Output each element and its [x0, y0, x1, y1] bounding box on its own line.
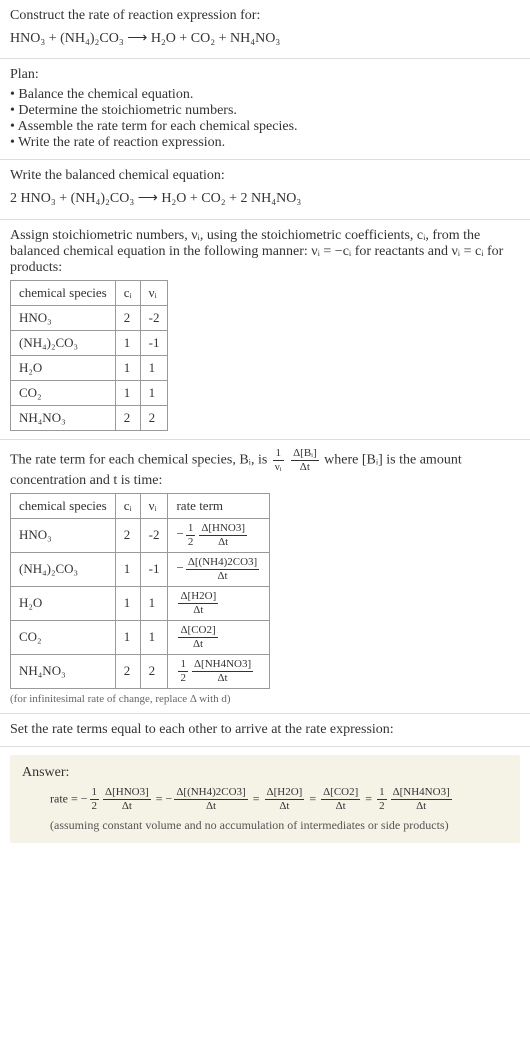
- rate-terms-intro: The rate term for each chemical species,…: [10, 448, 520, 489]
- cell-rate-term: Δ[CO2]Δt: [168, 620, 270, 654]
- cell-c: 2: [115, 654, 140, 688]
- table-row: CO₂ 1 1: [11, 380, 168, 405]
- cell-c: 1: [115, 620, 140, 654]
- table-row: NH₄NO₃2212Δ[NH4NO3]Δt: [11, 654, 270, 688]
- cell-v: -1: [140, 552, 168, 586]
- table-row: HNO₃2-2−12Δ[HNO3]Δt: [11, 518, 270, 552]
- cell-species: HNO₃: [11, 518, 116, 552]
- plan-item: Assemble the rate term for each chemical…: [10, 119, 520, 135]
- cell-v: 1: [140, 620, 168, 654]
- cell-species: (NH₄)₂CO₃: [11, 552, 116, 586]
- cell-c: 1: [115, 330, 140, 355]
- cell-v: 2: [140, 654, 168, 688]
- cell-c: 1: [115, 586, 140, 620]
- rate-expression: rate = −12Δ[HNO3]Δt = −Δ[(NH4)2CO3]Δt = …: [22, 787, 508, 812]
- cell-species: H₂O: [11, 586, 116, 620]
- cell-rate-term: −12Δ[HNO3]Δt: [168, 518, 270, 552]
- final-title-section: Set the rate terms equal to each other t…: [0, 714, 530, 747]
- table-row: CO₂11Δ[CO2]Δt: [11, 620, 270, 654]
- balanced-equation: 2 HNO₃ + (NH₄)₂CO₃ ⟶ H₂O + CO₂ + 2 NH₄NO…: [10, 188, 520, 210]
- col-ci: cᵢ: [115, 493, 140, 518]
- cell-c: 2: [115, 405, 140, 430]
- plan-item: Write the rate of reaction expression.: [10, 135, 520, 151]
- answer-note: (assuming constant volume and no accumul…: [22, 818, 508, 833]
- balanced-section: Write the balanced chemical equation: 2 …: [0, 160, 530, 219]
- rate-term-formula: 1νᵢ Δ[Bᵢ]Δt: [271, 453, 324, 468]
- frac-one-over-nu: 1νᵢ: [273, 448, 284, 473]
- col-species: chemical species: [11, 280, 116, 305]
- col-species: chemical species: [11, 493, 116, 518]
- rate-terms-section: The rate term for each chemical species,…: [0, 440, 530, 714]
- table-row: H₂O 1 1: [11, 355, 168, 380]
- plan-item: Determine the stoichiometric numbers.: [10, 103, 520, 119]
- table-row: H₂O11Δ[H2O]Δt: [11, 586, 270, 620]
- frac-dbi-dt: Δ[Bᵢ]Δt: [291, 448, 319, 473]
- cell-v: -1: [140, 330, 168, 355]
- cell-rate-term: −Δ[(NH4)2CO3]Δt: [168, 552, 270, 586]
- final-title: Set the rate terms equal to each other t…: [10, 722, 520, 738]
- col-ci: cᵢ: [115, 280, 140, 305]
- col-vi: νᵢ: [140, 493, 168, 518]
- plan-section: Plan: Balance the chemical equation. Det…: [0, 59, 530, 160]
- cell-v: 1: [140, 380, 168, 405]
- answer-label: Answer:: [22, 765, 508, 781]
- col-vi: νᵢ: [140, 280, 168, 305]
- cell-v: 1: [140, 355, 168, 380]
- cell-v: 2: [140, 405, 168, 430]
- table-row: (NH₄)₂CO₃1-1−Δ[(NH4)2CO3]Δt: [11, 552, 270, 586]
- answer-section: Answer: rate = −12Δ[HNO3]Δt = −Δ[(NH4)2C…: [0, 747, 530, 851]
- cell-v: 1: [140, 586, 168, 620]
- cell-c: 1: [115, 355, 140, 380]
- rate-terms-table: chemical species cᵢ νᵢ rate term HNO₃2-2…: [10, 493, 270, 689]
- rate-terms-note: (for infinitesimal rate of change, repla…: [10, 693, 520, 705]
- table-header-row: chemical species cᵢ νᵢ rate term: [11, 493, 270, 518]
- cell-species: NH₄NO₃: [11, 405, 116, 430]
- cell-v: -2: [140, 518, 168, 552]
- col-rate-term: rate term: [168, 493, 270, 518]
- plan-title: Plan:: [10, 67, 520, 83]
- cell-c: 1: [115, 552, 140, 586]
- plan-list: Balance the chemical equation. Determine…: [10, 87, 520, 151]
- answer-box: Answer: rate = −12Δ[HNO3]Δt = −Δ[(NH4)2C…: [10, 755, 520, 843]
- cell-species: H₂O: [11, 355, 116, 380]
- cell-species: CO₂: [11, 620, 116, 654]
- cell-species: NH₄NO₃: [11, 654, 116, 688]
- table-row: NH₄NO₃ 2 2: [11, 405, 168, 430]
- prompt-title: Construct the rate of reaction expressio…: [10, 8, 520, 24]
- cell-c: 2: [115, 305, 140, 330]
- intro-text-a: The rate term for each chemical species,…: [10, 453, 271, 468]
- plan-item: Balance the chemical equation.: [10, 87, 520, 103]
- stoich-intro: Assign stoichiometric numbers, νᵢ, using…: [10, 228, 520, 276]
- prompt-equation: HNO₃ + (NH₄)₂CO₃ ⟶ H₂O + CO₂ + NH₄NO₃: [10, 28, 520, 50]
- stoich-section: Assign stoichiometric numbers, νᵢ, using…: [0, 220, 530, 440]
- cell-species: HNO₃: [11, 305, 116, 330]
- cell-c: 2: [115, 518, 140, 552]
- cell-v: -2: [140, 305, 168, 330]
- cell-species: (NH₄)₂CO₃: [11, 330, 116, 355]
- table-row: HNO₃ 2 -2: [11, 305, 168, 330]
- balanced-title: Write the balanced chemical equation:: [10, 168, 520, 184]
- prompt-section: Construct the rate of reaction expressio…: [0, 0, 530, 59]
- table-row: (NH₄)₂CO₃ 1 -1: [11, 330, 168, 355]
- stoich-table: chemical species cᵢ νᵢ HNO₃ 2 -2 (NH₄)₂C…: [10, 280, 168, 431]
- cell-rate-term: Δ[H2O]Δt: [168, 586, 270, 620]
- cell-c: 1: [115, 380, 140, 405]
- table-header-row: chemical species cᵢ νᵢ: [11, 280, 168, 305]
- cell-rate-term: 12Δ[NH4NO3]Δt: [168, 654, 270, 688]
- cell-species: CO₂: [11, 380, 116, 405]
